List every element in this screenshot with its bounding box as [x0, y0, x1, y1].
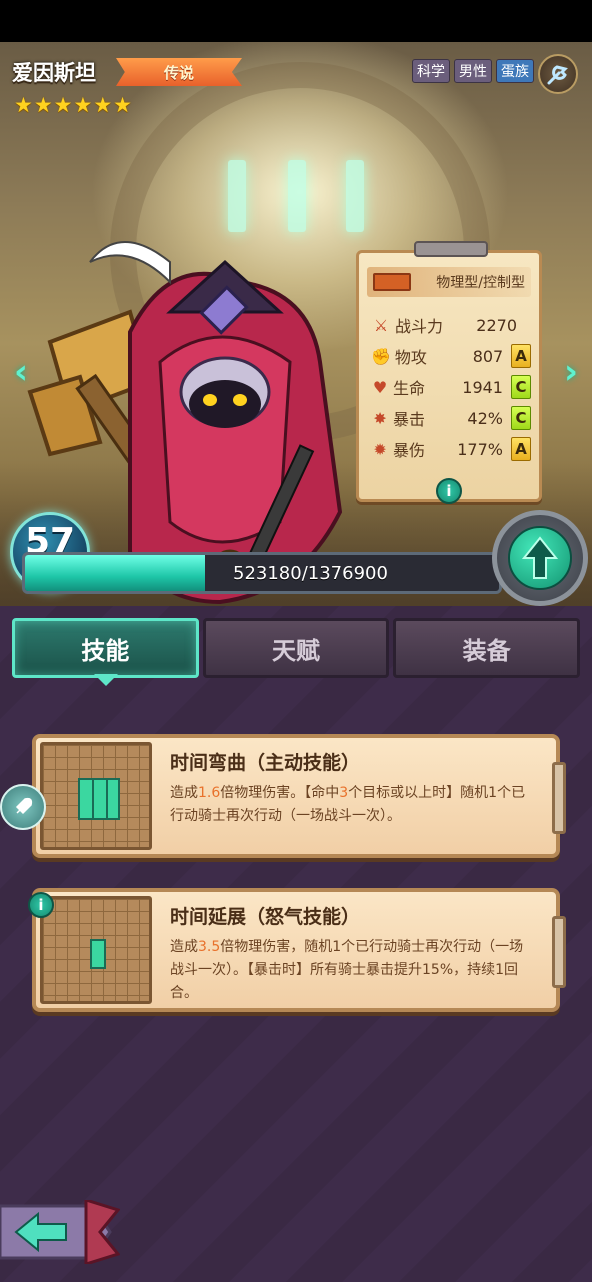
- stat-panel: 物理型/控制型 ⚔ 战斗力 2270 ✊ 物攻 807 A ♥ 生命 1941 C ✸ 暴击 42% C ✹ 暴…: [356, 241, 542, 502]
- stat-label: 暴伤: [393, 441, 426, 460]
- stat-value: 42%: [467, 408, 503, 428]
- exp-bar: 523180/1376900: [22, 552, 502, 594]
- attack-icon: ✊: [371, 346, 391, 366]
- skill-area-grid: [40, 742, 152, 850]
- skill-card[interactable]: 时间延展（怒气技能） 造成3.5倍物理伤害，随机1个已行动骑士再次行动（一场战斗…: [32, 888, 566, 1012]
- status-bar: [0, 0, 592, 42]
- exp-text: 523180/1376900: [233, 563, 388, 584]
- card-side-tab: [552, 762, 566, 834]
- stat-row: ♥ 生命 1941 C: [371, 373, 532, 401]
- skill-info-icon[interactable]: i: [28, 892, 54, 918]
- skill-title: 时间弯曲（主动技能）: [170, 752, 361, 774]
- stat-grade-badge: A: [510, 437, 532, 461]
- hero-type-row: 物理型/控制型: [367, 267, 531, 297]
- previous-hero-arrow[interactable]: ‹: [10, 352, 32, 392]
- stat-value: 807: [472, 346, 504, 366]
- skill-area-shape: [78, 778, 120, 820]
- hero-name: 爱因斯坦: [12, 61, 96, 85]
- clipboard-clip: [414, 241, 488, 257]
- skill-title: 时间延展（怒气技能）: [170, 906, 361, 928]
- tab-skills[interactable]: 技能: [12, 618, 199, 678]
- stat-value: 2270: [476, 315, 517, 335]
- skill-area-shape: [90, 939, 106, 969]
- stat-label: 暴击: [393, 410, 426, 429]
- exp-fill: [25, 555, 206, 591]
- skill-value-highlight: 3.5: [198, 939, 221, 955]
- tab-talents[interactable]: 天赋: [202, 618, 390, 678]
- tab-bar: 技能 天赋 装备: [12, 618, 581, 682]
- star-icon: ★: [53, 93, 73, 117]
- tag-gender: 男性: [454, 59, 492, 83]
- crit-icon: ✸: [373, 408, 387, 428]
- stat-grade-badge: C: [510, 375, 532, 399]
- skill-text: 造成: [170, 939, 198, 955]
- heart-icon: ♥: [372, 377, 388, 397]
- stat-grade-badge: A: [511, 344, 531, 368]
- hero-type: 物理型/控制型: [436, 275, 525, 291]
- stat-label: 战斗力: [395, 317, 444, 336]
- skill-text: 倍物理伤害。【命中: [220, 785, 340, 801]
- rocket-icon[interactable]: [0, 784, 46, 830]
- level-up-button[interactable]: [492, 510, 588, 606]
- back-button[interactable]: [0, 1197, 121, 1267]
- star-icon: ★: [73, 93, 93, 117]
- star-rating: ★ ★ ★ ★ ★ ★: [14, 94, 132, 116]
- up-arrow-icon: [508, 526, 572, 590]
- stat-value: 1941: [462, 377, 503, 397]
- skill-text: 造成: [170, 785, 198, 801]
- type-icon: [373, 273, 411, 291]
- hero-tags: 科学 男性 蛋族: [412, 59, 534, 83]
- stat-row: ✹ 暴伤 177% A: [371, 435, 532, 463]
- skill-value-highlight: 3: [339, 785, 349, 801]
- skill-description: 造成1.6倍物理伤害。【命中3个目标或以上时】随机1个已行动骑士再次行动（一场战…: [170, 782, 530, 828]
- stat-row: ✸ 暴击 42% C: [371, 404, 532, 432]
- stat-row: ✊ 物攻 807 A: [371, 342, 531, 370]
- star-icon: ★: [14, 93, 33, 117]
- stat-label: 生命: [393, 379, 426, 398]
- stat-info-icon[interactable]: i: [436, 478, 462, 504]
- stat-value: 177%: [457, 439, 503, 459]
- tab-equipment[interactable]: 装备: [393, 618, 581, 678]
- power-icon: ⚔: [373, 315, 389, 335]
- wrench-icon[interactable]: [538, 54, 578, 94]
- star-icon: ★: [113, 93, 132, 117]
- skill-value-highlight: 1.6: [198, 785, 221, 801]
- skill-description: 造成3.5倍物理伤害，随机1个已行动骑士再次行动（一场战斗一次）。【暴击时】所有…: [170, 936, 530, 1005]
- star-icon: ★: [33, 93, 53, 117]
- card-side-tab: [552, 916, 566, 988]
- tag-race: 蛋族: [496, 59, 534, 83]
- skill-text: 倍物理伤害，随机1个已行动骑士再次行动（一场战斗一次）。【暴击时】所有骑士暴击提…: [170, 939, 524, 1001]
- tag-field: 科学: [412, 59, 450, 83]
- skill-area-grid: [40, 896, 152, 1004]
- stat-label: 物攻: [394, 348, 427, 367]
- star-icon: ★: [93, 93, 113, 117]
- stat-grade-badge: C: [510, 406, 532, 430]
- skill-card[interactable]: 时间弯曲（主动技能） 造成1.6倍物理伤害。【命中3个目标或以上时】随机1个已行…: [32, 734, 566, 858]
- rarity-badge: 传说: [116, 58, 242, 86]
- active-tab-pointer: [94, 674, 118, 686]
- crit-damage-icon: ✹: [373, 439, 387, 459]
- next-hero-arrow[interactable]: ›: [560, 352, 582, 392]
- stat-row: ⚔ 战斗力 2270: [371, 311, 531, 339]
